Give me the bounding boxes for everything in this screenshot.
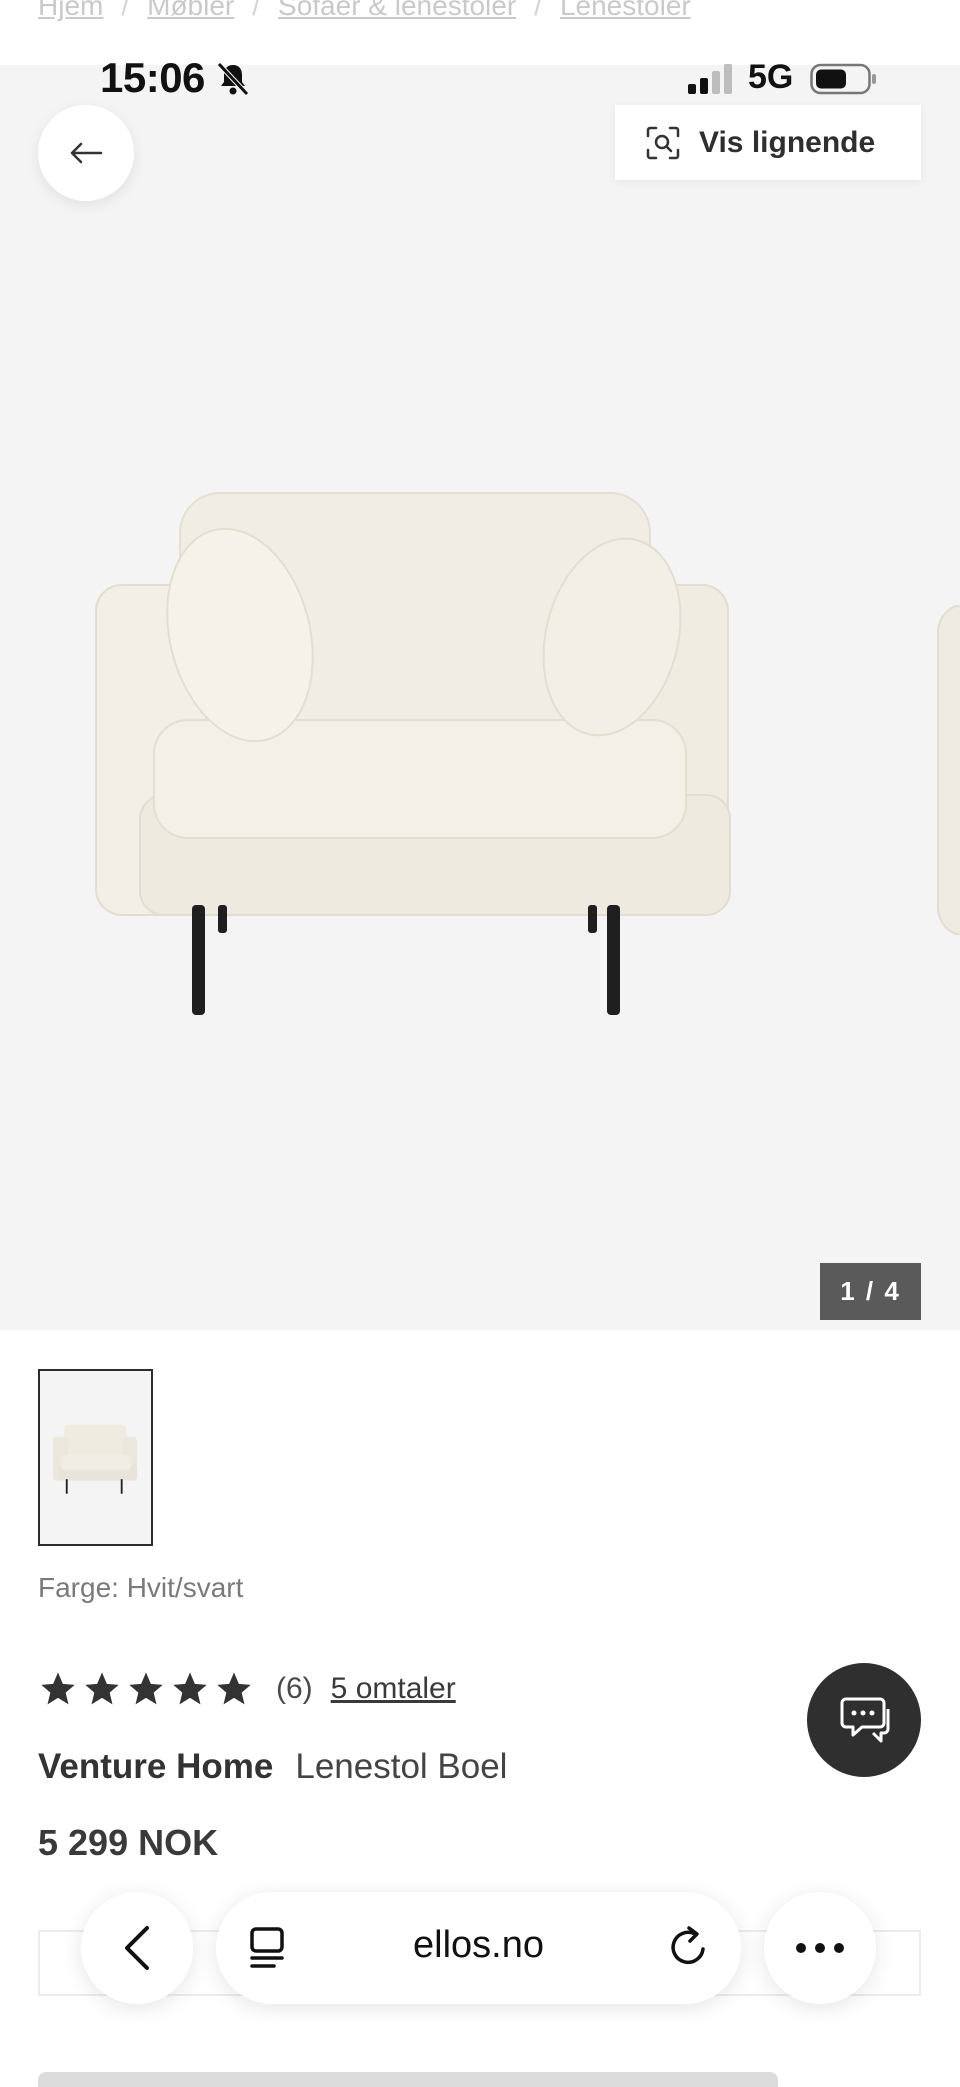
product-image-armchair xyxy=(95,492,731,1015)
rating-row: (6) 5 omtaler xyxy=(38,1664,456,1714)
breadcrumb: Hjem / Møbler / Sofaer & lenestoler / Le… xyxy=(38,0,691,26)
breadcrumb-link-lenestoler[interactable]: Lenestoler xyxy=(560,0,691,22)
reload-icon[interactable] xyxy=(665,1924,711,1970)
star-icon xyxy=(85,1672,119,1705)
breadcrumb-link-mobler[interactable]: Møbler xyxy=(147,0,234,22)
url-text[interactable]: ellos.no xyxy=(216,1924,741,1967)
network-type: 5G xyxy=(748,58,794,96)
arrow-left-icon xyxy=(70,142,103,164)
status-time: 15:06 xyxy=(100,54,205,101)
browser-more-button[interactable] xyxy=(764,1892,876,2004)
rating-count: (6) xyxy=(276,1672,313,1705)
address-bar[interactable]: ellos.no xyxy=(216,1892,741,2004)
signal-icon xyxy=(688,64,732,94)
chat-icon xyxy=(840,1697,890,1743)
browser-back-button[interactable] xyxy=(81,1892,193,2004)
breadcrumb-link-sofaer[interactable]: Sofaer & lenestoler xyxy=(278,0,516,22)
add-to-cart-bar[interactable] xyxy=(38,2072,778,2087)
image-counter: 1 / 4 xyxy=(820,1263,921,1320)
product-title: Venture Home Lenestol Boel xyxy=(38,1747,507,1787)
visual-search-icon xyxy=(646,126,680,159)
chat-button[interactable] xyxy=(807,1663,921,1777)
product-brand[interactable]: Venture Home xyxy=(38,1747,273,1787)
star-icon xyxy=(129,1672,163,1705)
star-icon xyxy=(217,1672,251,1705)
breadcrumb-separator: / xyxy=(252,0,261,21)
status-bar: 15:06 5G xyxy=(0,50,960,110)
breadcrumb-separator: / xyxy=(534,0,542,21)
visual-search-label: Vis lignende xyxy=(699,125,876,159)
star-rating xyxy=(38,1669,254,1709)
product-name: Lenestol Boel xyxy=(295,1747,508,1786)
chevron-left-icon xyxy=(125,1926,149,1970)
bell-slash-icon xyxy=(217,62,249,96)
battery-icon xyxy=(810,63,876,95)
breadcrumb-separator: / xyxy=(121,0,130,21)
next-image-peek xyxy=(937,605,960,935)
thumbnail-armchair-image xyxy=(52,1424,137,1494)
product-image-gallery[interactable]: 1 / 4 xyxy=(0,65,960,1330)
star-icon xyxy=(41,1672,75,1705)
back-button[interactable] xyxy=(38,105,134,201)
reviews-link[interactable]: 5 omtaler xyxy=(331,1672,456,1706)
thumbnail-selected[interactable] xyxy=(38,1369,153,1546)
more-icon xyxy=(796,1943,844,1953)
color-label: Farge: Hvit/svart xyxy=(38,1572,244,1603)
product-price: 5 299 NOK xyxy=(38,1822,219,1863)
star-icon xyxy=(173,1672,207,1705)
visual-search-button[interactable]: Vis lignende xyxy=(615,105,921,180)
breadcrumb-link-hjem[interactable]: Hjem xyxy=(38,0,103,22)
